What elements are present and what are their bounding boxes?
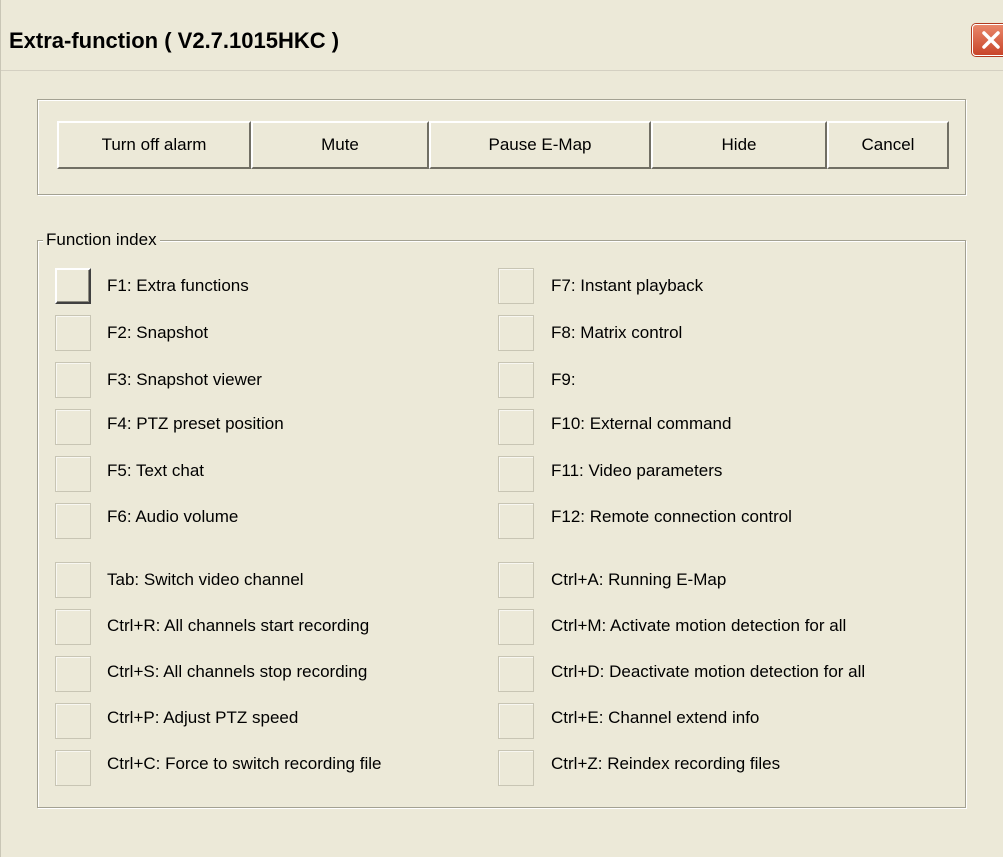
function-label: F7: Instant playback [551,276,704,295]
cancel-button[interactable]: Cancel [827,121,949,169]
function-key-button[interactable] [498,503,534,539]
title-bar[interactable]: Extra-function ( V2.7.1015HKC ) [1,10,1003,71]
function-label: Ctrl+M: Activate motion detection for al… [551,616,847,635]
function-label: F5: Text chat [107,461,205,480]
function-key-button[interactable] [498,656,534,692]
function-label: Tab: Switch video channel [107,570,304,589]
function-key-button[interactable] [498,703,534,739]
function-key-button[interactable] [55,268,91,304]
function-key-button[interactable] [55,315,91,351]
function-key-button[interactable] [498,609,534,645]
function-label: Ctrl+P: Adjust PTZ speed [107,708,299,727]
function-label: F9: [551,370,576,389]
function-label: Ctrl+D: Deactivate motion detection for … [551,662,866,681]
function-key-button[interactable] [498,409,534,445]
function-label: F4: PTZ preset position [107,414,284,433]
function-key-button[interactable] [55,409,91,445]
function-label: F1: Extra functions [107,276,249,295]
pause-emap-button[interactable]: Pause E-Map [429,121,651,169]
function-key-button[interactable] [498,362,534,398]
function-label: F8: Matrix control [551,323,683,342]
function-label: F6: Audio volume [107,507,239,526]
window-title: Extra-function ( V2.7.1015HKC ) [9,28,340,53]
function-index-legend: Function index [43,230,160,250]
function-key-button[interactable] [55,750,91,786]
function-key-button[interactable] [55,609,91,645]
function-key-button[interactable] [55,703,91,739]
function-label: F3: Snapshot viewer [107,370,262,389]
function-label: Ctrl+A: Running E-Map [551,570,727,589]
function-key-button[interactable] [498,315,534,351]
function-label: Ctrl+S: All channels stop recording [107,662,368,681]
extra-function-dialog: Extra-function ( V2.7.1015HKC ) Turn off… [0,0,1003,857]
function-key-button[interactable] [498,750,534,786]
turn-off-alarm-button[interactable]: Turn off alarm [57,121,251,169]
function-key-button[interactable] [55,503,91,539]
function-label: F11: Video parameters [551,461,723,480]
function-label: Ctrl+Z: Reindex recording files [551,754,781,773]
function-label: Ctrl+R: All channels start recording [107,616,370,635]
function-label: F2: Snapshot [107,323,209,342]
function-label: Ctrl+E: Channel extend info [551,708,760,727]
mute-button[interactable]: Mute [251,121,429,169]
close-icon [982,31,1000,49]
function-key-button[interactable] [55,562,91,598]
function-key-button[interactable] [55,656,91,692]
function-key-button[interactable] [55,456,91,492]
function-key-button[interactable] [55,362,91,398]
function-key-button[interactable] [498,562,534,598]
close-button[interactable] [972,24,1003,56]
function-key-button[interactable] [498,268,534,304]
function-label: F10: External command [551,414,732,433]
function-key-button[interactable] [498,456,534,492]
function-label: F12: Remote connection control [551,507,792,526]
hide-button[interactable]: Hide [651,121,827,169]
function-label: Ctrl+C: Force to switch recording file [107,754,382,773]
